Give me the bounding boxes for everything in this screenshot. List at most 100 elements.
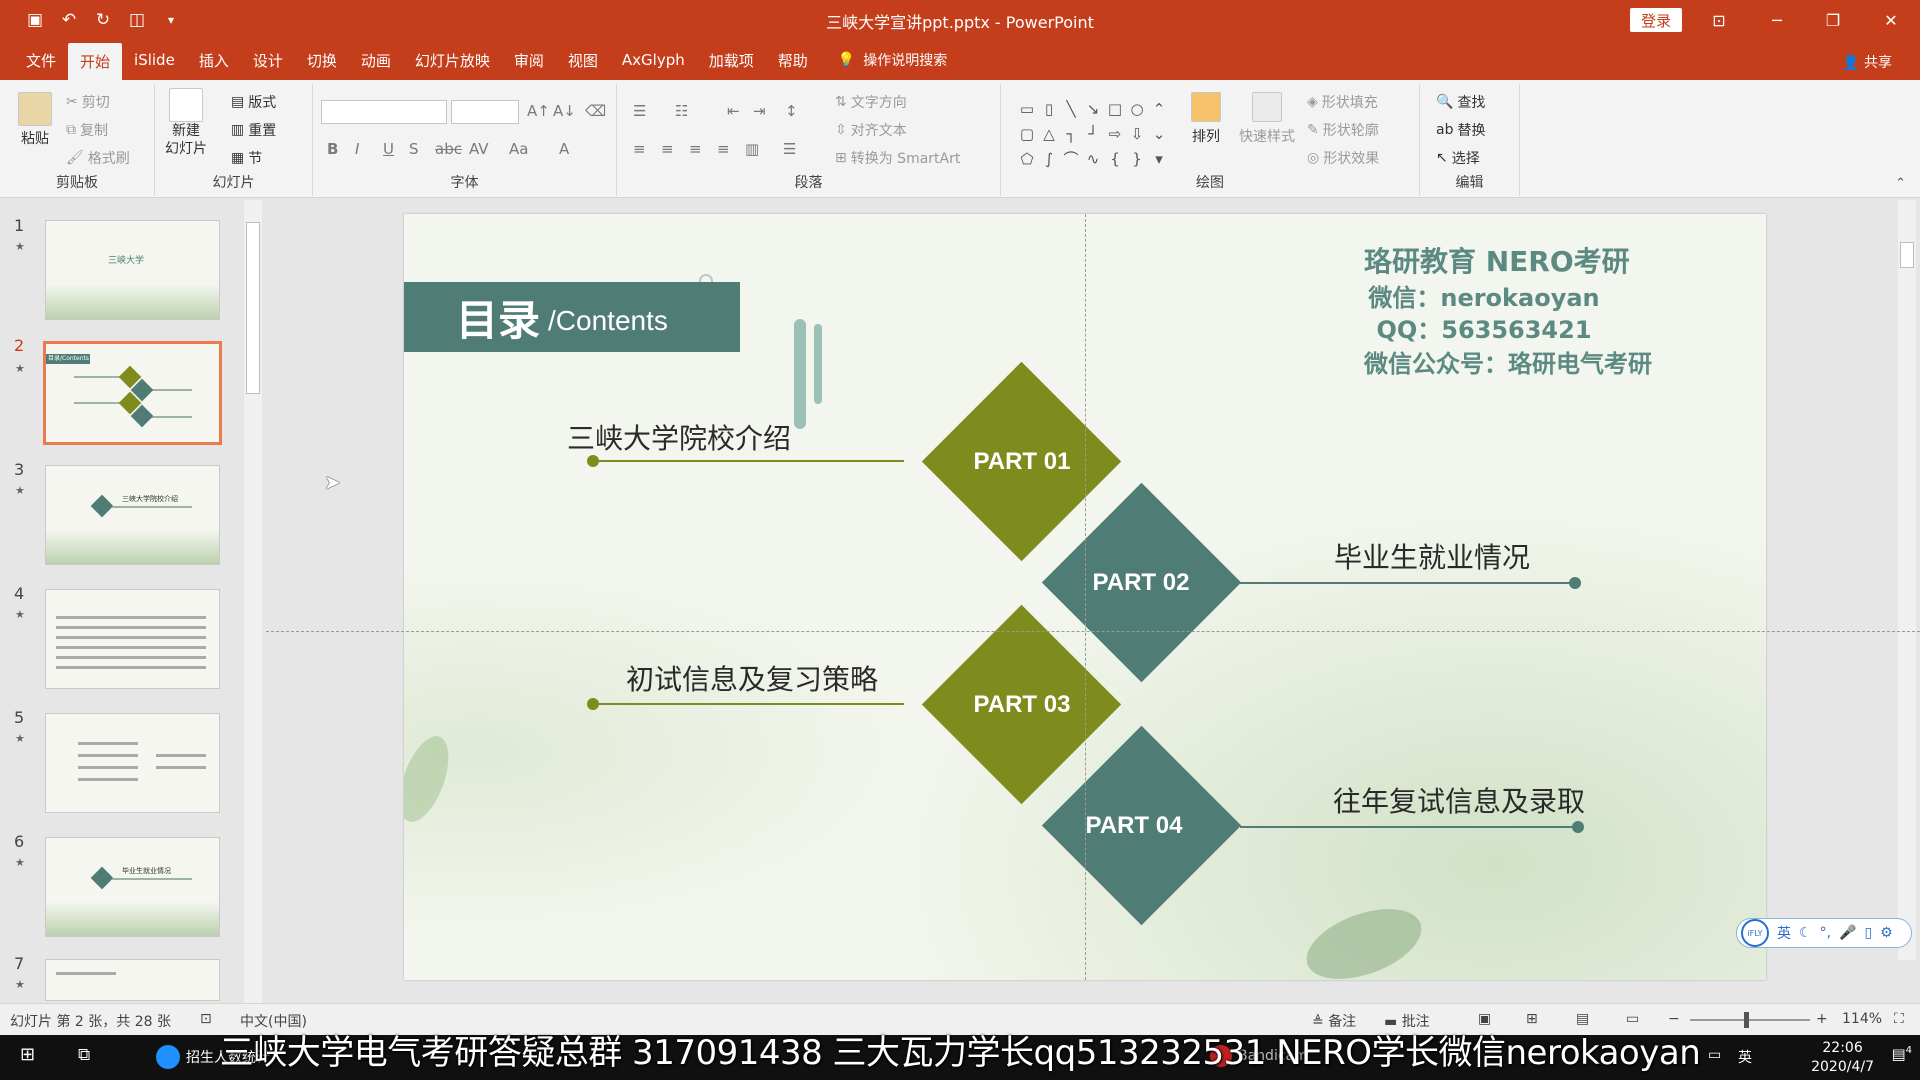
tab-slideshow[interactable]: 幻灯片放映 <box>403 43 502 77</box>
arrow-line-shape-icon[interactable]: ↘ <box>1082 96 1104 121</box>
tab-islide[interactable]: iSlide <box>122 43 187 77</box>
align-right-icon[interactable]: ≡ <box>689 140 702 158</box>
minimize-icon[interactable]: ─ <box>1754 0 1800 40</box>
decrease-indent-icon[interactable]: ⇤ <box>727 102 740 120</box>
quick-styles-button[interactable]: 快速样式 <box>1239 92 1295 146</box>
underline-icon[interactable]: U <box>383 140 394 158</box>
shape-fill-button[interactable]: ◈ 形状填充 <box>1307 92 1378 112</box>
ifly-ime-toolbar[interactable]: iFLY 英 ☾ °, 🎤 ▯ ⚙ <box>1736 918 1912 948</box>
tab-transitions[interactable]: 切换 <box>295 43 349 77</box>
strikethrough-icon[interactable]: abc <box>435 140 462 158</box>
settings-icon[interactable]: ⚙ <box>1880 925 1893 941</box>
curve-shape-icon[interactable]: ∫ <box>1038 146 1060 171</box>
ribbon-display-icon[interactable]: ⊡ <box>1696 0 1742 40</box>
zoom-slider[interactable] <box>1690 1019 1810 1021</box>
down-arrow-shape-icon[interactable]: ⇩ <box>1126 121 1148 146</box>
section-button[interactable]: ▦ 节 <box>231 148 262 168</box>
gallery-expand-icon[interactable]: ▾ <box>1148 146 1170 171</box>
change-case-icon[interactable]: Aa <box>509 140 528 158</box>
tab-insert[interactable]: 插入 <box>187 43 241 77</box>
tab-home[interactable]: 开始 <box>68 43 123 80</box>
pentagon-shape-icon[interactable]: ⬠ <box>1016 146 1038 171</box>
arc-shape-icon[interactable]: ⌒ <box>1060 146 1082 171</box>
align-left-icon[interactable]: ≡ <box>633 140 646 158</box>
increase-indent-icon[interactable]: ⇥ <box>753 102 766 120</box>
close-icon[interactable]: ✕ <box>1868 0 1914 40</box>
brace-left-shape-icon[interactable]: { <box>1104 146 1126 171</box>
select-button[interactable]: ↖ 选择 <box>1436 148 1480 168</box>
tab-view[interactable]: 视图 <box>556 43 610 77</box>
mic-icon[interactable]: 🎤 <box>1839 925 1856 941</box>
brace-right-shape-icon[interactable]: } <box>1126 146 1148 171</box>
italic-icon[interactable]: I <box>355 140 359 158</box>
justify-icon[interactable]: ≡ <box>717 140 730 158</box>
format-painter-button[interactable]: 🖌 格式刷 <box>66 148 130 168</box>
cut-button[interactable]: ✂ 剪切 <box>66 92 110 112</box>
wave-shape-icon[interactable]: ∿ <box>1082 146 1104 171</box>
line-spacing-icon[interactable]: ↕ <box>785 102 798 120</box>
paste-button[interactable]: 粘贴 <box>18 92 52 148</box>
thumbnail-scroll-thumb[interactable] <box>246 222 260 394</box>
align-objects-icon[interactable]: ☰ <box>783 140 796 158</box>
shrink-font-icon[interactable]: A↓ <box>553 102 576 120</box>
connector-shape-icon[interactable]: ┐ <box>1060 121 1082 146</box>
vtextbox-shape-icon[interactable]: ▯ <box>1038 96 1060 121</box>
bullets-icon[interactable]: ☰ <box>633 102 646 120</box>
punct-icon[interactable]: °, <box>1820 925 1831 941</box>
undo-icon[interactable]: ↶ <box>58 10 80 30</box>
triangle-shape-icon[interactable]: △ <box>1038 121 1060 146</box>
char-spacing-icon[interactable]: AV <box>469 140 489 158</box>
shadow-icon[interactable]: S <box>409 140 419 158</box>
customize-qat-icon[interactable]: ▾ <box>160 13 182 27</box>
bold-icon[interactable]: B <box>327 140 338 158</box>
rounded-rect-shape-icon[interactable]: ▢ <box>1016 121 1038 146</box>
layout-button[interactable]: ▤ 版式 <box>231 92 276 112</box>
arrange-button[interactable]: 排列 <box>1191 92 1221 146</box>
tab-design[interactable]: 设计 <box>241 43 295 77</box>
align-center-icon[interactable]: ≡ <box>661 140 674 158</box>
tab-animations[interactable]: 动画 <box>349 43 403 77</box>
more-up-icon[interactable]: ⌃ <box>1148 96 1170 121</box>
horizontal-guide[interactable] <box>266 631 1920 632</box>
font-family-select[interactable] <box>321 100 447 124</box>
align-text-button[interactable]: ⇳ 对齐文本 <box>835 120 907 140</box>
rect-shape-icon[interactable]: □ <box>1104 96 1126 121</box>
right-arrow-shape-icon[interactable]: ⇨ <box>1104 121 1126 146</box>
elbow-shape-icon[interactable]: ┘ <box>1082 121 1104 146</box>
textbox-shape-icon[interactable]: ▭ <box>1016 96 1038 121</box>
tab-axglyph[interactable]: AxGlyph <box>610 43 697 77</box>
collapse-ribbon-icon[interactable]: ⌃ <box>1895 176 1906 191</box>
text-direction-button[interactable]: ⇅ 文字方向 <box>835 92 907 112</box>
oval-shape-icon[interactable]: ○ <box>1126 96 1148 121</box>
present-icon[interactable]: ◫ <box>126 10 148 30</box>
tab-addins[interactable]: 加载项 <box>697 43 766 77</box>
shape-effects-button[interactable]: ◎ 形状效果 <box>1307 148 1379 168</box>
numbering-icon[interactable]: ☷ <box>675 102 688 120</box>
columns-icon[interactable]: ▥ <box>745 140 759 158</box>
login-button[interactable]: 登录 <box>1630 8 1682 32</box>
copy-button[interactable]: ⧉ 复制 <box>66 120 108 140</box>
font-color-icon[interactable]: A <box>559 140 569 158</box>
find-button[interactable]: 🔍 查找 <box>1436 92 1485 112</box>
keyboard-icon[interactable]: ▯ <box>1864 925 1872 941</box>
new-slide-button[interactable]: 新建 幻灯片 <box>165 88 207 158</box>
line-shape-icon[interactable]: ╲ <box>1060 96 1082 121</box>
tell-me-search[interactable]: 💡 操作说明搜索 <box>838 43 947 77</box>
tab-review[interactable]: 审阅 <box>502 43 556 77</box>
redo-icon[interactable]: ↻ <box>92 10 114 30</box>
thumbnail-scrollbar[interactable] <box>244 200 262 1003</box>
clear-format-icon[interactable]: ⌫ <box>585 102 606 120</box>
font-size-select[interactable] <box>451 100 519 124</box>
tab-file[interactable]: 文件 <box>14 43 68 77</box>
more-down-icon[interactable]: ⌄ <box>1148 121 1170 146</box>
vertical-guide[interactable] <box>1085 214 1086 980</box>
moon-icon[interactable]: ☾ <box>1799 925 1812 941</box>
grow-font-icon[interactable]: A↑ <box>527 102 550 120</box>
save-icon[interactable]: ▣ <box>24 10 46 30</box>
slide-scrollbar[interactable] <box>1898 200 1916 960</box>
replace-button[interactable]: ab 替换 <box>1436 120 1485 140</box>
maximize-icon[interactable]: ❐ <box>1810 0 1856 40</box>
tab-help[interactable]: 帮助 <box>766 43 820 77</box>
ime-lang-icon[interactable]: 英 <box>1777 923 1791 943</box>
share-button[interactable]: 👤 共享 <box>1842 52 1892 72</box>
